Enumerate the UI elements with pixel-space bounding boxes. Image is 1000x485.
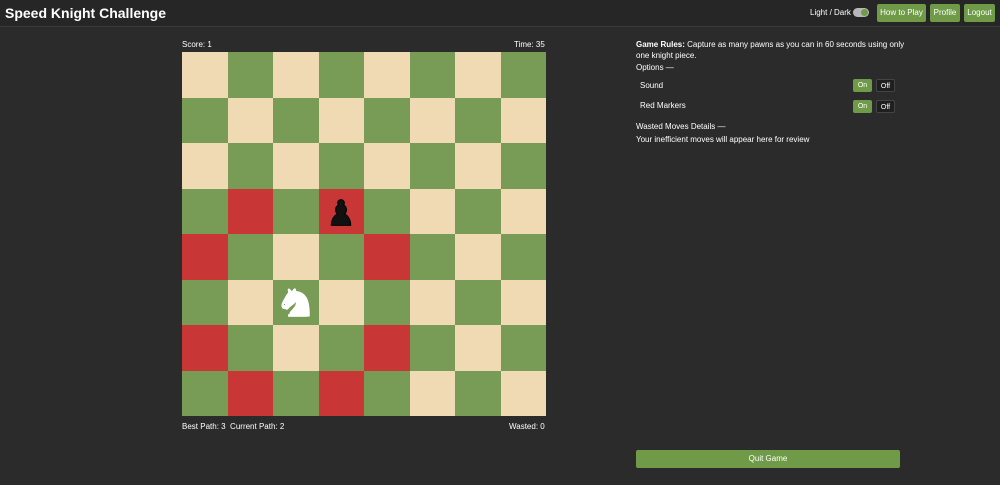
red-marker-square[interactable] — [364, 234, 410, 280]
sound-off-button[interactable]: Off — [876, 79, 895, 92]
board-square[interactable] — [182, 97, 228, 143]
board-square[interactable] — [227, 279, 273, 325]
board-square[interactable] — [500, 370, 546, 416]
markers-on-button[interactable]: On — [853, 100, 872, 113]
wasted-moves-header[interactable]: Wasted Moves Details — — [636, 122, 726, 131]
board-square[interactable] — [318, 279, 364, 325]
board-square[interactable] — [273, 234, 319, 280]
board-square[interactable] — [182, 143, 228, 189]
options-header[interactable]: Options — — [636, 63, 674, 72]
board-square[interactable] — [409, 279, 455, 325]
board-square[interactable] — [273, 52, 319, 98]
board-square[interactable] — [364, 143, 410, 189]
board-square[interactable] — [227, 143, 273, 189]
score-label: Score: 1 — [182, 40, 212, 49]
board-square[interactable] — [500, 325, 546, 371]
board-square[interactable] — [364, 370, 410, 416]
white-knight-icon[interactable] — [273, 280, 319, 326]
board-square[interactable] — [318, 52, 364, 98]
board-square[interactable] — [318, 325, 364, 371]
red-marker-square[interactable] — [182, 234, 228, 280]
red-markers-label: Red Markers — [640, 101, 686, 110]
board-square[interactable] — [227, 234, 273, 280]
current-path-label: Current Path: 2 — [230, 422, 285, 431]
board-square[interactable] — [500, 279, 546, 325]
board-square[interactable] — [455, 143, 501, 189]
board-square[interactable] — [227, 325, 273, 371]
sound-on-button[interactable]: On — [853, 79, 872, 92]
board-square[interactable] — [364, 188, 410, 234]
profile-button[interactable]: Profile — [930, 4, 960, 22]
red-marker-square[interactable] — [227, 370, 273, 416]
board-square[interactable] — [182, 52, 228, 98]
board-square[interactable] — [455, 188, 501, 234]
markers-off-button[interactable]: Off — [876, 100, 895, 113]
board-square[interactable] — [409, 188, 455, 234]
time-label: Time: 35 — [514, 40, 545, 49]
board-square[interactable] — [409, 143, 455, 189]
board-square[interactable] — [409, 52, 455, 98]
red-marker-square[interactable] — [318, 370, 364, 416]
board-square[interactable] — [455, 234, 501, 280]
app-title: Speed Knight Challenge — [5, 5, 167, 21]
board-square[interactable] — [227, 52, 273, 98]
board-square[interactable] — [227, 97, 273, 143]
quit-game-button[interactable]: Quit Game — [636, 450, 900, 468]
board-square[interactable] — [273, 370, 319, 416]
logout-button[interactable]: Logout — [964, 4, 995, 22]
board-square[interactable] — [364, 52, 410, 98]
red-marker-square[interactable] — [364, 325, 410, 371]
red-marker-square[interactable] — [227, 188, 273, 234]
sound-label: Sound — [640, 81, 664, 90]
board-square[interactable] — [500, 188, 546, 234]
red-marker-square[interactable] — [182, 325, 228, 371]
board-square[interactable] — [500, 143, 546, 189]
board-square[interactable] — [273, 97, 319, 143]
red-marker-square[interactable] — [318, 188, 365, 235]
board-square[interactable] — [273, 279, 319, 326]
board-square[interactable] — [318, 234, 364, 280]
top-bar: Speed Knight Challenge Light / Dark How … — [0, 0, 1000, 27]
board-square[interactable] — [455, 370, 501, 416]
wasted-label: Wasted: 0 — [509, 422, 545, 431]
toggle-knob — [861, 9, 868, 16]
path-info: Best Path: 3 Current Path: 2 — [182, 422, 284, 431]
board-square[interactable] — [182, 188, 228, 234]
board-square[interactable] — [409, 97, 455, 143]
best-path-label: Best Path: 3 — [182, 422, 226, 431]
board-square[interactable] — [409, 234, 455, 280]
board-square[interactable] — [455, 52, 501, 98]
board-square[interactable] — [455, 97, 501, 143]
board-square[interactable] — [273, 143, 319, 189]
game-rules: Game Rules: Capture as many pawns as you… — [636, 39, 906, 61]
board-square[interactable] — [364, 279, 410, 325]
board-square[interactable] — [318, 143, 364, 189]
board-square[interactable] — [455, 279, 501, 325]
chess-board[interactable] — [182, 52, 546, 416]
board-square[interactable] — [318, 97, 364, 143]
wasted-moves-text: Your inefficient moves will appear here … — [636, 135, 810, 144]
board-square[interactable] — [273, 188, 319, 234]
board-square[interactable] — [500, 52, 546, 98]
board-square[interactable] — [364, 97, 410, 143]
board-square[interactable] — [500, 234, 546, 280]
board-square[interactable] — [182, 370, 228, 416]
board-square[interactable] — [409, 370, 455, 416]
board-square[interactable] — [455, 325, 501, 371]
board-square[interactable] — [409, 325, 455, 371]
board-square[interactable] — [273, 325, 319, 371]
rules-title: Game Rules: — [636, 40, 685, 49]
board-square[interactable] — [182, 279, 228, 325]
board-square[interactable] — [500, 97, 546, 143]
theme-label: Light / Dark — [810, 8, 851, 17]
theme-toggle[interactable] — [853, 8, 869, 17]
black-pawn-icon[interactable] — [319, 189, 365, 235]
how-to-play-button[interactable]: How to Play — [877, 4, 926, 22]
